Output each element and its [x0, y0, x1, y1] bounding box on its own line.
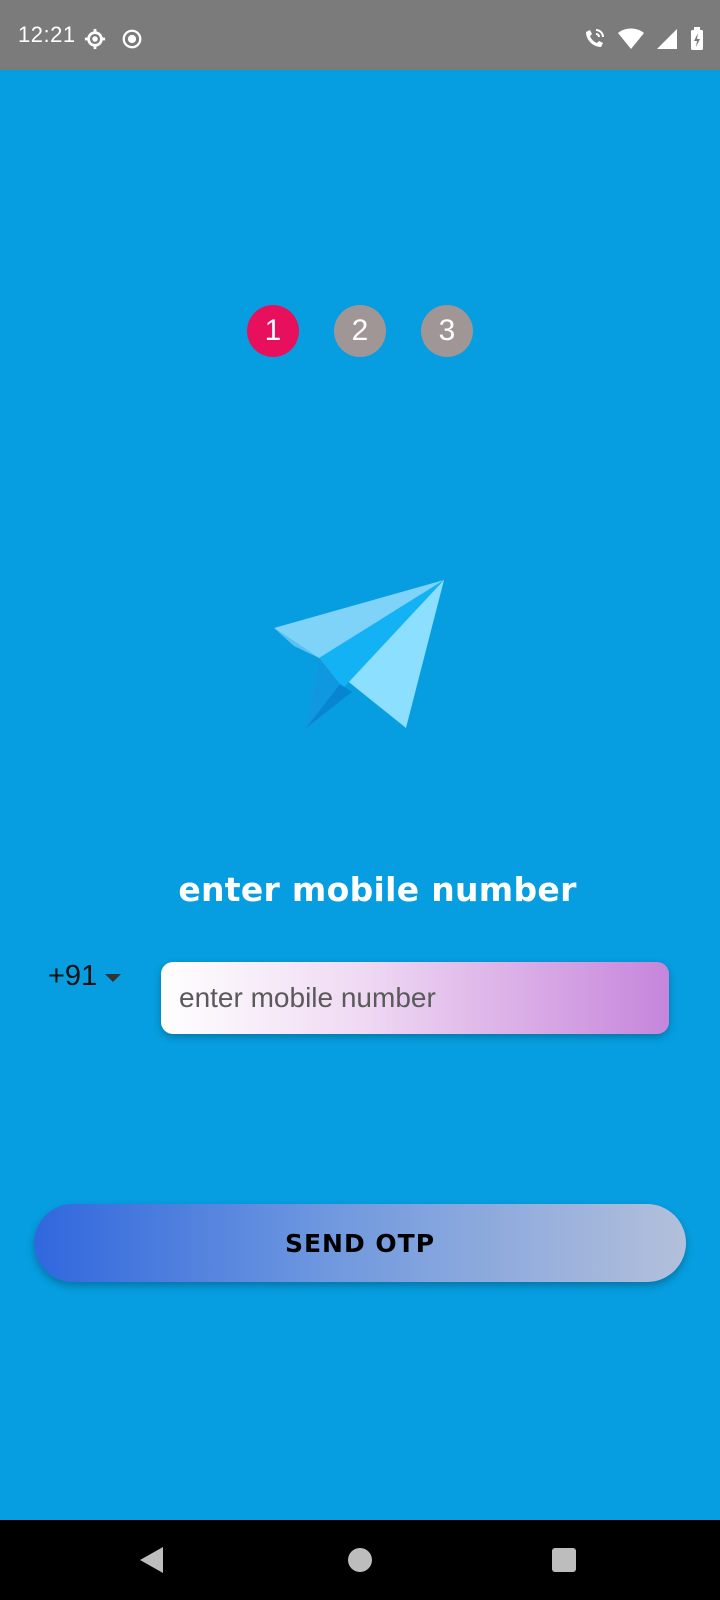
- wifi-icon: [618, 28, 644, 49]
- chevron-down-icon: [105, 973, 122, 982]
- battery-charging-icon: [691, 27, 703, 50]
- status-bar: 12:21: [0, 0, 720, 70]
- page-heading: enter mobile number: [178, 870, 577, 909]
- country-code-selector[interactable]: +91: [48, 960, 122, 993]
- signal-icon: [657, 29, 677, 49]
- home-icon[interactable]: [348, 1548, 372, 1572]
- step-indicator: 1 2 3: [0, 305, 720, 365]
- settings-icon: [84, 28, 106, 50]
- back-icon[interactable]: [140, 1547, 163, 1573]
- step-2: 2: [334, 305, 386, 357]
- paper-plane-icon: [274, 580, 444, 728]
- wifi-call-icon: [586, 29, 604, 47]
- record-icon: [122, 29, 142, 49]
- mobile-number-input[interactable]: [161, 962, 669, 1034]
- send-otp-button[interactable]: SEND OTP: [34, 1204, 686, 1282]
- country-code-value: +91: [48, 960, 98, 992]
- step-3: 3: [421, 305, 473, 357]
- status-time: 12:21: [18, 22, 76, 47]
- recents-icon[interactable]: [552, 1548, 576, 1572]
- navigation-bar: [0, 1520, 720, 1600]
- main-content: 1 2 3 enter mobile number +91 SEND OTP: [0, 70, 720, 1520]
- step-1: 1: [247, 305, 299, 357]
